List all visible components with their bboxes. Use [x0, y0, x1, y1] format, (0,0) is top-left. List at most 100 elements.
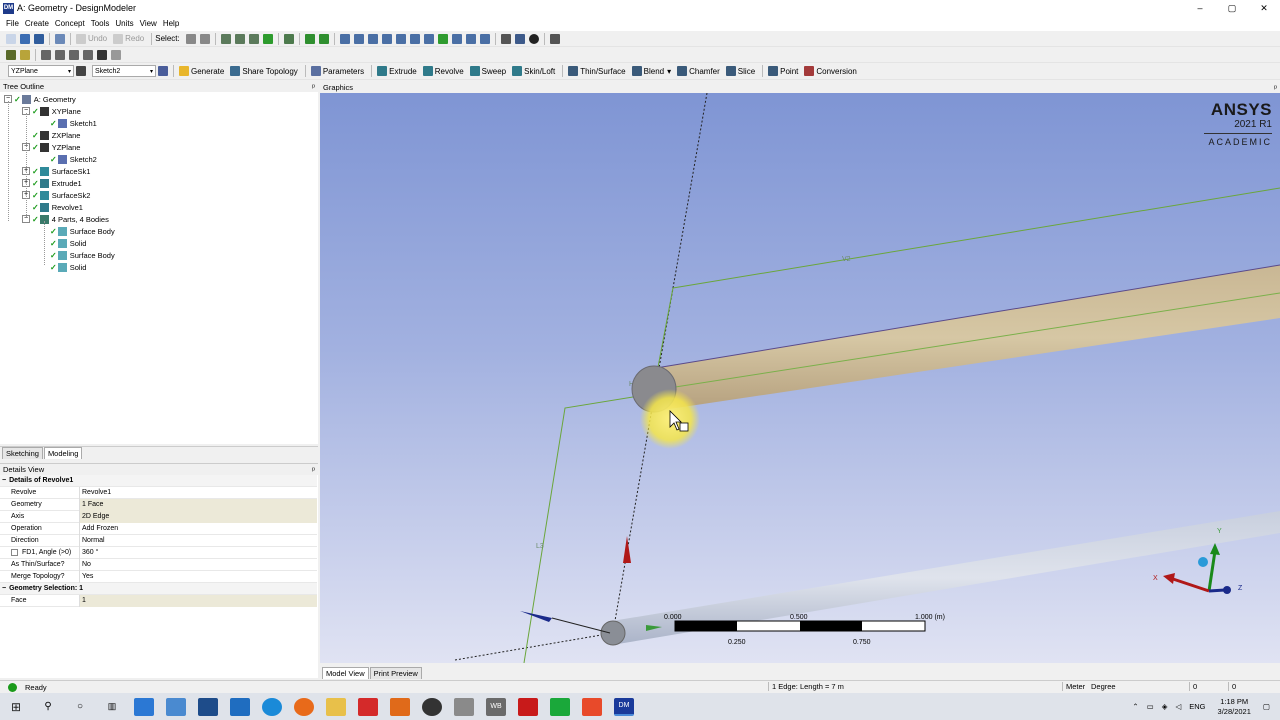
sketch-select[interactable]: Sketch2 ▾ [92, 65, 156, 77]
select-edge-icon[interactable] [234, 33, 245, 44]
tab-model-view[interactable]: Model View [322, 667, 369, 679]
extend-selection-icon[interactable] [283, 33, 294, 44]
detail-row-angle[interactable]: FD1, Angle (>0) 360 ° [0, 546, 317, 559]
tab-print-preview[interactable]: Print Preview [369, 667, 422, 679]
notifications-icon[interactable]: ▢ [1263, 702, 1270, 711]
acrobat-icon[interactable] [518, 697, 538, 716]
tree-item-solid-1[interactable]: ✓ Solid [50, 237, 86, 249]
tree-item-surfacesk1[interactable]: + ✓ SurfaceSk1 [22, 165, 90, 177]
display-vertex-icon[interactable] [97, 49, 107, 60]
revolve-button[interactable]: Revolve [421, 66, 464, 76]
designmodeler-icon[interactable]: DM [614, 697, 634, 716]
save-icon[interactable] [20, 33, 30, 44]
detail-value[interactable]: Revolve1 [80, 487, 317, 499]
menu-file[interactable]: File [6, 19, 19, 28]
detail-value[interactable]: 1 Face [80, 498, 317, 511]
maps-icon[interactable] [422, 697, 442, 716]
menu-create[interactable]: Create [25, 19, 49, 28]
select-face-icon[interactable] [248, 33, 259, 44]
detail-value[interactable]: 1 [80, 594, 317, 607]
menu-help[interactable]: Help [163, 19, 179, 28]
display-model-icon[interactable] [514, 33, 525, 44]
mail-icon[interactable] [230, 697, 250, 716]
undo-button[interactable]: Undo [74, 33, 107, 44]
thin-surface-button[interactable]: Thin/Surface [566, 66, 626, 76]
tree-item-geometry[interactable]: − ✓ A: Geometry [4, 93, 76, 105]
tree-item-sketch1[interactable]: ✓ Sketch1 [50, 117, 97, 129]
select-body-icon[interactable] [262, 33, 273, 44]
zoom-icon[interactable] [367, 33, 378, 44]
display-plane-icon[interactable] [500, 33, 511, 44]
chevron-up-icon[interactable]: ⌃ [1132, 702, 1138, 711]
camtasia-icon[interactable] [550, 697, 570, 716]
screenshot-icon[interactable] [55, 33, 65, 44]
tree-item-surface-body-1[interactable]: ✓ Surface Body [50, 225, 115, 237]
slice-button[interactable]: Slice [724, 66, 755, 76]
tree-item-solid-2[interactable]: ✓ Solid [50, 261, 86, 273]
pin-icon[interactable]: ᵖ [312, 465, 315, 474]
magnifier-icon[interactable] [437, 33, 448, 44]
detail-row-thin-surface[interactable]: As Thin/Surface? No [0, 558, 317, 571]
detail-row-axis[interactable]: Axis 2D Edge [0, 510, 317, 523]
blend-button[interactable]: Blend ▾ [630, 66, 671, 76]
graphics-viewport[interactable]: V2 L3 H 0.000 0.500 1.000 (m) 0.250 0.75… [320, 93, 1280, 663]
detail-row-merge-topology[interactable]: Merge Topology? Yes [0, 570, 317, 583]
detail-value[interactable]: 360 ° [80, 547, 317, 559]
look-at-icon[interactable] [549, 33, 560, 44]
new-sketch-icon[interactable] [158, 66, 168, 76]
menu-view[interactable]: View [140, 19, 157, 28]
shaded-display-icon[interactable] [6, 49, 16, 60]
zoom-out-icon[interactable] [409, 33, 420, 44]
clock[interactable]: 1:18 PM 3/28/2021 [1218, 697, 1251, 717]
zoom-fit-icon[interactable] [304, 33, 315, 44]
workbench-icon[interactable]: WB [486, 697, 506, 716]
sweep-button[interactable]: Sweep [468, 66, 506, 76]
details-group-selection[interactable]: − Geometry Selection: 1 [0, 583, 317, 595]
detail-row-geometry[interactable]: Geometry 1 Face [0, 498, 317, 511]
volume-icon[interactable]: ◁ [1175, 702, 1181, 711]
isometric-view-icon[interactable] [479, 33, 490, 44]
minimize-button[interactable]: – [1184, 0, 1216, 16]
windows-start-icon[interactable]: ⊞ [6, 698, 26, 716]
zoom-in-icon[interactable] [395, 33, 406, 44]
details-group-revolve[interactable]: − Details of Revolve1 [0, 475, 317, 487]
store-icon[interactable] [198, 697, 218, 716]
rotate-icon[interactable] [339, 33, 350, 44]
recorder-icon[interactable] [582, 697, 602, 716]
firefox-icon[interactable] [294, 697, 314, 716]
point-button[interactable]: Point [766, 66, 798, 76]
menu-concept[interactable]: Concept [55, 19, 85, 28]
next-view-icon[interactable] [465, 33, 476, 44]
cross-section-icon[interactable] [69, 49, 79, 60]
detail-row-direction[interactable]: Direction Normal [0, 534, 317, 547]
conversion-button[interactable]: Conversion [802, 66, 857, 76]
edge-direction-icon[interactable] [41, 49, 51, 60]
box-zoom-icon[interactable] [381, 33, 392, 44]
detail-row-operation[interactable]: Operation Add Frozen [0, 522, 317, 535]
display-edges-icon[interactable] [20, 49, 30, 60]
detail-row-face[interactable]: Face 1 [0, 594, 317, 607]
tree-item-surface-body-2[interactable]: ✓ Surface Body [50, 249, 115, 261]
file-explorer-icon[interactable] [326, 697, 346, 716]
edge-joints-icon[interactable] [55, 49, 65, 60]
new-plane-icon[interactable] [76, 66, 86, 76]
edge-coloring-icon[interactable] [83, 49, 93, 60]
printer-icon[interactable] [454, 697, 474, 716]
detail-value[interactable]: 2D Edge [80, 510, 317, 523]
select-mode-icon[interactable] [185, 33, 196, 44]
dropbox-icon[interactable]: ◈ [1162, 702, 1168, 711]
sublime-icon[interactable] [390, 697, 410, 716]
language-indicator[interactable]: ENG [1189, 702, 1205, 711]
lower-pipe-end-face[interactable] [600, 620, 626, 646]
maximize-button[interactable]: ▢ [1216, 0, 1248, 16]
tab-modeling[interactable]: Modeling [43, 447, 83, 459]
tab-sketching[interactable]: Sketching [2, 447, 43, 459]
parameters-button[interactable]: Parameters [309, 66, 364, 76]
tree-item-extrude1[interactable]: + ✓ Extrude1 [22, 177, 82, 189]
battery-icon[interactable]: ▭ [1147, 702, 1154, 711]
redo-button[interactable]: Redo [111, 33, 144, 44]
calendar-app-icon[interactable] [134, 697, 154, 716]
pin-icon[interactable]: ᵖ [312, 82, 315, 91]
display-point-icon[interactable] [528, 33, 539, 44]
zoom-to-fit-icon[interactable] [423, 33, 434, 44]
